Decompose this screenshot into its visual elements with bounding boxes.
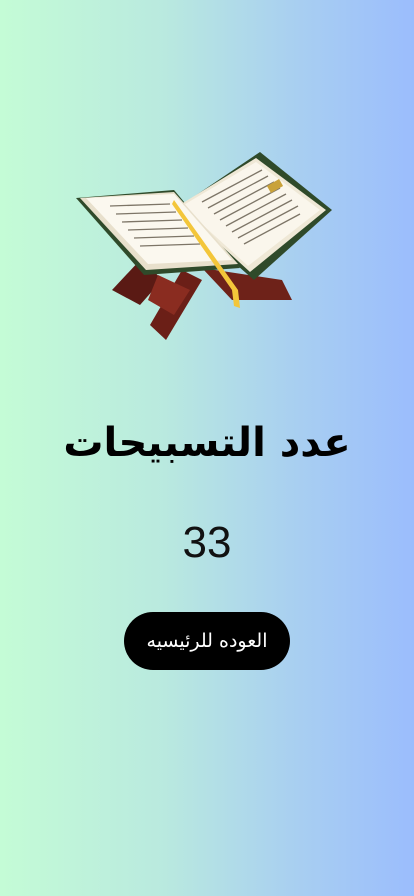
tasbih-count: 33: [182, 518, 232, 567]
back-to-home-button[interactable]: العوده للرئيسيه: [124, 612, 290, 670]
page-title: عدد التسبيحات: [63, 420, 351, 466]
quran-illustration: [76, 152, 332, 340]
quran-on-stand-icon: [62, 140, 352, 350]
